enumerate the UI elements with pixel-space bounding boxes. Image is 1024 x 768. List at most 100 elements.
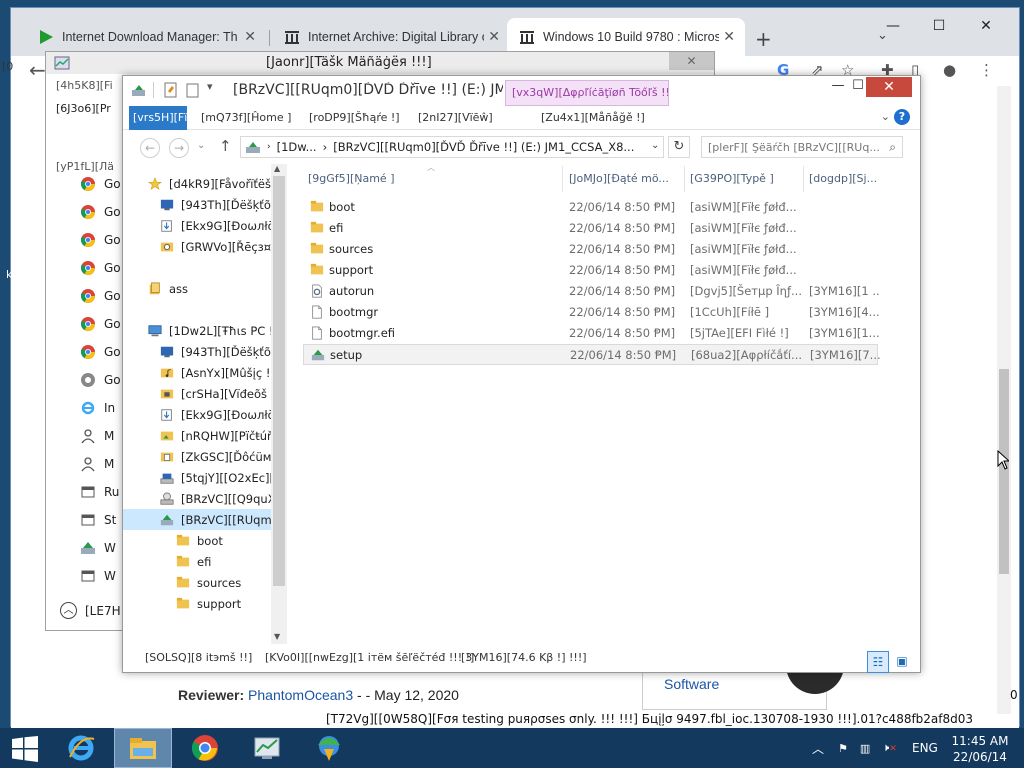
nav-pane-item[interactable]: [BRzVC][[RUqm0	[123, 509, 279, 530]
process-row[interactable]: Go	[80, 366, 121, 394]
column-separator[interactable]	[684, 166, 685, 192]
column-header-date-modified[interactable]: [JoMJo][Ðąté mö...	[569, 172, 683, 185]
file-row[interactable]: bootmgr.efi 22/06/14 8:50 ⱣM] [5jTAe][EFΙ …	[303, 323, 879, 344]
column-header-size[interactable]: [dogdp][Sj...	[809, 172, 881, 185]
close-button[interactable]: ✕	[966, 12, 1006, 40]
nav-pane-item[interactable]: ass	[147, 278, 188, 299]
input-language[interactable]: ENG	[912, 741, 938, 755]
file-row[interactable]: bootmgr 22/06/14 8:50 ⱣM] [1CcUh][Fíłē ] [3…	[303, 302, 879, 323]
scroll-thumb[interactable]	[273, 176, 285, 586]
page-scrollbar[interactable]	[997, 86, 1011, 714]
nav-pane-item[interactable]: [crSHa][Vïđеõš !]	[159, 383, 280, 404]
column-separator[interactable]	[562, 166, 563, 192]
new-folder-icon[interactable]	[185, 82, 199, 98]
search-input[interactable]: [plerF][ Şëãŕčh [BRzVC][[RUq... ⌕	[701, 136, 903, 158]
scroll-down-icon[interactable]: ▼	[274, 632, 280, 641]
large-icons-view-button[interactable]: ▣	[891, 651, 913, 673]
new-tab-button[interactable]: +	[755, 27, 772, 51]
process-row[interactable]: St	[80, 506, 116, 534]
nav-pane-item[interactable]: efi	[175, 551, 211, 572]
back-button[interactable]: ←	[29, 58, 46, 82]
column-separator[interactable]	[803, 166, 804, 192]
address-bar[interactable]: › [1Dw... › [BRzVC][[RUqm0][ĎVĎ Ďřīvе !!…	[240, 136, 664, 158]
quick-access-dropdown-icon[interactable]: ▾	[207, 80, 213, 93]
tab-application-tools[interactable]: [vx3qW][Δφρľíċăţïøñ Tõőľš !!! ]	[505, 80, 669, 106]
tab-manage[interactable]: [Zu4x1][Мåñåğě !]	[541, 111, 645, 124]
volume-muted-icon[interactable]: 🕨✕	[882, 741, 896, 755]
nav-pane-item[interactable]: [BRzVC][[Q9quX]	[159, 488, 280, 509]
task-manager-menu[interactable]: [4h5K8][Fi	[56, 79, 113, 92]
back-button[interactable]: ←	[140, 138, 160, 158]
process-row[interactable]: In	[80, 394, 115, 422]
close-icon[interactable]: ✕	[723, 29, 735, 45]
scroll-thumb[interactable]	[999, 369, 1009, 574]
process-row[interactable]: Go	[80, 170, 121, 198]
process-row[interactable]: Go	[80, 310, 121, 338]
nav-pane-item[interactable]: [nRQHW][Ρïčŧúř	[159, 425, 272, 446]
task-manager-taskbar-icon[interactable]	[238, 728, 296, 768]
show-hidden-icons-icon[interactable]: ︿	[812, 740, 824, 757]
nav-pane-item[interactable]: [1Dw2L][Ŧħιѕ PC !]	[147, 320, 278, 341]
clock[interactable]: 11:45 AM 22/06/14	[950, 733, 1010, 765]
process-row[interactable]: M	[80, 422, 114, 450]
nav-pane-item[interactable]: boot	[175, 530, 223, 551]
reviewer-name-link[interactable]: PhantomOcean3	[248, 687, 353, 703]
close-icon[interactable]: ✕	[488, 29, 500, 45]
breadcrumb-separator-icon[interactable]: ›	[323, 140, 328, 154]
process-row[interactable]: Go	[80, 282, 121, 310]
maximize-button[interactable]: ☐	[919, 12, 959, 40]
tab-internet-archive[interactable]: Internet Archive: Digital Library o ✕	[272, 20, 510, 53]
up-button[interactable]: ↑	[219, 137, 232, 155]
expand-ribbon-icon[interactable]: ⌄	[881, 110, 890, 123]
nav-pane-item[interactable]: [AsnYx][Mûšįç !]	[159, 362, 275, 383]
breadcrumb-this-pc[interactable]: [1Dw...	[277, 140, 317, 154]
navigation-pane-scrollbar[interactable]: ▲ ▼	[271, 164, 287, 644]
tab-share[interactable]: [roDP9][Šħąŕe !]	[309, 111, 400, 124]
file-row[interactable]: boot 22/06/14 8:50 ⱣM] [asiWM][Fïłє ƒøłđ..…	[303, 197, 878, 218]
column-header-name[interactable]: [9gGf5][Ņamé ]	[308, 172, 395, 185]
menu-icon[interactable]: ⋮	[979, 61, 994, 79]
nav-pane-item[interactable]: [Ekx9G][Ðoωлłōa	[159, 215, 282, 236]
close-button[interactable]: ✕	[866, 77, 912, 97]
file-row[interactable]: autorun 22/06/14 8:50 ⱣM] [Dgvj5][Šетμр Ȋη…	[303, 281, 879, 302]
process-row[interactable]: Go	[80, 198, 121, 226]
task-manager-close-button[interactable]: ✕	[669, 52, 714, 70]
nav-pane-item[interactable]: [943Th][Ďёšķťõp	[159, 341, 278, 362]
process-row[interactable]: Ru	[80, 478, 119, 506]
nav-pane-item[interactable]: sources	[175, 572, 241, 593]
recent-locations-button[interactable]: ⌄	[197, 140, 205, 151]
file-explorer-taskbar-icon[interactable]	[114, 728, 172, 768]
nav-pane-item[interactable]: [5tqjY][[O2xEc][L	[159, 467, 280, 488]
breadcrumb-drive[interactable]: [BRzVC][[RUqm0][ĎVĎ Ďřīvе !!] (E:) JM1_C…	[333, 140, 634, 154]
file-row[interactable]: efi 22/06/14 8:50 ⱣM] [asiWM][Fïłє ƒøłđ...	[303, 218, 878, 239]
fewer-details-button[interactable]: ︿ [LE7H	[60, 602, 121, 619]
software-link[interactable]: Software	[664, 676, 719, 692]
tab-idm[interactable]: Internet Download Manager: The ✕	[26, 20, 266, 53]
chrome-taskbar-icon[interactable]	[176, 728, 234, 768]
breadcrumb-chevron-icon[interactable]: ›	[267, 142, 271, 152]
nav-pane-item[interactable]: [943Th][Ďёšķťõp	[159, 194, 278, 215]
details-view-button[interactable]: ☷	[867, 651, 889, 673]
tab-file[interactable]: [vrs5H][Fïlэ	[129, 106, 187, 130]
address-dropdown-icon[interactable]: ⌄	[651, 140, 659, 151]
windows-start-icon[interactable]	[12, 736, 38, 762]
file-row[interactable]: setup 22/06/14 8:50 ⱣM] [68ua2][Aφρłíčắťí.…	[303, 344, 880, 365]
file-row[interactable]: support 22/06/14 8:50 ⱣM] [asiWM][Fïłє ƒøł…	[303, 260, 878, 281]
network-icon[interactable]: ▥	[860, 742, 870, 755]
nav-pane-item[interactable]: support	[175, 593, 241, 614]
internet-download-manager-icon[interactable]	[300, 728, 358, 768]
process-row[interactable]: M	[80, 450, 114, 478]
column-header-type[interactable]: [G39PO][Typě ]	[690, 172, 802, 185]
file-row[interactable]: sources 22/06/14 8:50 ⱣM] [asiWM][Fïłє ƒøł…	[303, 239, 878, 260]
process-row[interactable]: Go	[80, 338, 121, 366]
minimize-button[interactable]: —	[873, 12, 913, 40]
nav-pane-item[interactable]: [Ekx9G][Ðoωлłōa	[159, 404, 282, 425]
tab-view[interactable]: [2nI27][Vïēŵ]	[418, 111, 493, 124]
close-icon[interactable]: ✕	[244, 29, 256, 45]
nav-pane-item[interactable]: [d4kR9][Fåvořïťëš !	[147, 173, 279, 194]
profile-icon[interactable]: ●	[943, 61, 956, 79]
process-row[interactable]: W	[80, 562, 116, 590]
forward-button[interactable]: →	[169, 138, 189, 158]
internet-explorer-icon[interactable]	[52, 728, 110, 768]
help-icon[interactable]: ?	[894, 109, 910, 125]
